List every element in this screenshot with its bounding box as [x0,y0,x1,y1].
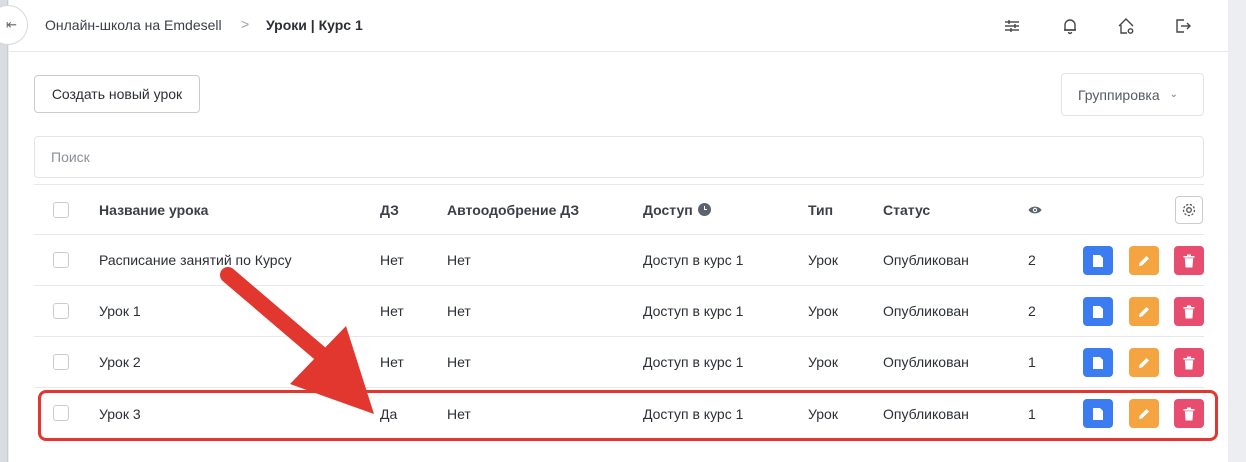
collapse-arrow-icon: ⇤ [6,17,17,32]
edit-button[interactable] [1129,297,1159,326]
column-settings-button[interactable] [1175,196,1203,224]
lesson-status: Опубликован [883,252,969,268]
lesson-auto-approve: Нет [447,252,471,268]
document-icon [1093,356,1103,369]
view-button[interactable] [1083,246,1113,275]
lesson-auto-approve: Нет [447,354,471,370]
highlight-box [38,390,1218,441]
column-dz[interactable]: ДЗ [380,185,399,234]
column-auto-approve[interactable]: Автоодобрение ДЗ [447,185,579,234]
row-checkbox[interactable] [53,252,69,268]
row-checkbox[interactable] [53,303,69,319]
grouping-dropdown[interactable]: Группировка ⌄ [1061,73,1204,116]
lesson-views: 1 [1028,354,1036,370]
lesson-access: Доступ в курс 1 [643,252,744,268]
lesson-access: Доступ в курс 1 [643,354,744,370]
lesson-dz: Нет [380,354,404,370]
delete-button[interactable] [1174,348,1204,377]
search-input[interactable]: Поиск [34,136,1204,178]
lesson-status: Опубликован [883,354,969,370]
table-row: Урок 1 Нет Нет Доступ в курс 1 Урок Опуб… [34,286,1204,337]
home-settings-icon[interactable] [1116,16,1136,36]
gear-icon [1182,203,1196,217]
pencil-icon [1139,255,1149,266]
edit-button[interactable] [1129,348,1159,377]
left-strip [0,0,8,462]
sliders-icon[interactable] [1002,16,1022,36]
lesson-type: Урок [808,303,838,319]
top-header: Онлайн-школа на Emdesell > Уроки | Курс … [9,0,1228,52]
eye-icon [1028,203,1042,220]
pencil-icon [1139,357,1149,368]
delete-button[interactable] [1174,246,1204,275]
row-checkbox[interactable] [53,354,69,370]
trash-icon [1183,356,1195,369]
lesson-name[interactable]: Расписание занятий по Курсу [99,235,292,285]
column-access-label: Доступ [643,201,693,218]
column-status[interactable]: Статус [883,185,930,234]
lesson-type: Урок [808,354,838,370]
document-icon [1093,254,1103,267]
trash-icon [1183,305,1195,318]
pencil-icon [1139,306,1149,317]
chevron-down-icon: ⌄ [1169,89,1179,100]
table-row: Урок 2 Нет Нет Доступ в курс 1 Урок Опуб… [34,337,1204,388]
lesson-status: Опубликован [883,303,969,319]
table-row: Расписание занятий по Курсу Нет Нет Дост… [34,235,1204,286]
clock-icon [697,203,711,216]
lesson-access: Доступ в курс 1 [643,303,744,319]
right-strip [1228,0,1246,462]
lesson-auto-approve: Нет [447,303,471,319]
select-all-checkbox[interactable] [53,202,69,218]
lesson-views: 2 [1028,252,1036,268]
view-button[interactable] [1083,348,1113,377]
grouping-label: Группировка [1078,86,1160,103]
breadcrumb-school[interactable]: Онлайн-школа на Emdesell [45,17,222,33]
lesson-views: 2 [1028,303,1036,319]
breadcrumb-separator: > [241,16,250,32]
lesson-dz: Нет [380,303,404,319]
trash-icon [1183,254,1195,267]
logout-icon[interactable] [1173,16,1193,36]
column-name[interactable]: Название урока [99,185,208,234]
create-lesson-button[interactable]: Создать новый урок [34,75,200,113]
lesson-name[interactable]: Урок 2 [99,337,141,387]
breadcrumb-current: Уроки | Курс 1 [266,17,363,33]
lesson-dz: Нет [380,252,404,268]
bell-icon[interactable] [1060,16,1080,36]
delete-button[interactable] [1174,297,1204,326]
column-access[interactable]: Доступ [643,185,711,234]
lesson-type: Урок [808,252,838,268]
column-type[interactable]: Тип [808,185,833,234]
table-header: Название урока ДЗ Автоодобрение ДЗ Досту… [34,184,1204,235]
view-button[interactable] [1083,297,1113,326]
lesson-name[interactable]: Урок 1 [99,286,141,336]
edit-button[interactable] [1129,246,1159,275]
document-icon [1093,305,1103,318]
